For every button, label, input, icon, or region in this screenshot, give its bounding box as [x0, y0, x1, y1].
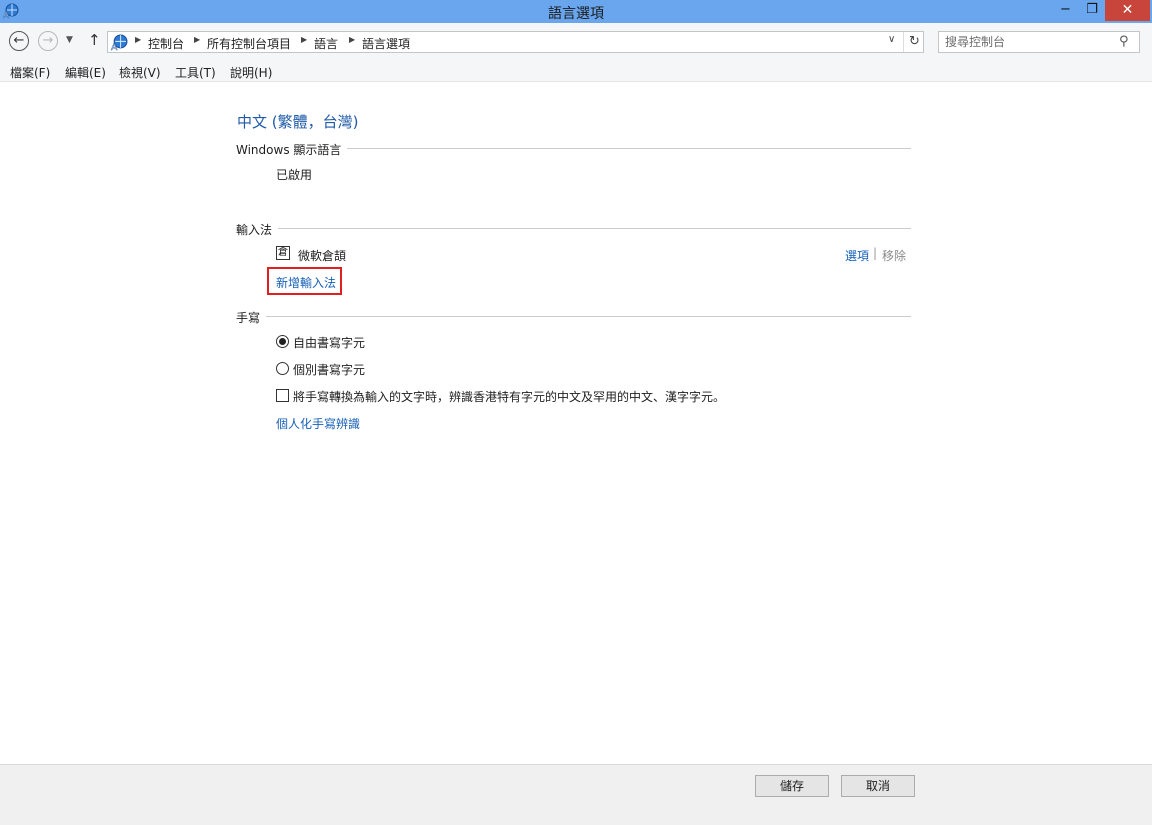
breadcrumb-separator-icon[interactable]: ▶: [349, 35, 355, 44]
breadcrumb-language-options[interactable]: 語言選項: [362, 35, 410, 52]
ime-name: 微軟倉頡: [298, 249, 347, 263]
control-panel-location-icon: A: [111, 34, 128, 51]
section-divider: [236, 228, 911, 229]
section-divider: [236, 316, 911, 317]
freehand-label[interactable]: 自由書寫字元: [293, 334, 365, 351]
handwriting-heading: 手寫: [236, 309, 267, 326]
ime-options-link[interactable]: 選項: [845, 247, 869, 264]
menu-tools[interactable]: 工具(T): [175, 64, 216, 81]
window-title: 語言選項: [548, 6, 604, 22]
title-bar: A 語言選項 − ❐ ✕: [0, 0, 1152, 23]
menu-file[interactable]: 檔案(F): [10, 64, 50, 81]
display-language-status: 已啟用: [276, 168, 313, 182]
breadcrumb-control-panel[interactable]: 控制台: [148, 35, 184, 52]
main-content: 中文 (繁體，台灣) Windows 顯示語言 已啟用 輸入法 倉 微軟倉頡 選…: [0, 82, 1152, 764]
save-button[interactable]: 儲存: [755, 775, 829, 797]
menu-help[interactable]: 說明(H): [230, 64, 272, 81]
search-icon[interactable]: ⚲: [1119, 34, 1129, 49]
personalize-handwriting-link[interactable]: 個人化手寫辨識: [276, 415, 360, 432]
search-input[interactable]: [945, 34, 1115, 50]
svg-text:A: A: [111, 42, 118, 51]
back-button[interactable]: ←: [9, 31, 29, 51]
menu-edit[interactable]: 編輯(E): [65, 64, 106, 81]
menu-bar: 檔案(F) 編輯(E) 檢視(V) 工具(T) 說明(H): [0, 60, 1152, 82]
display-language-heading: Windows 顯示語言: [236, 141, 348, 158]
maximize-button[interactable]: ❐: [1079, 0, 1105, 21]
single-char-label[interactable]: 個別書寫字元: [293, 361, 365, 378]
freehand-radio[interactable]: [276, 335, 289, 348]
recent-locations-chevron-down-icon[interactable]: ▼: [66, 35, 73, 45]
hk-chars-label[interactable]: 將手寫轉換為輸入的文字時，辨識香港特有字元的中文及罕用的中文、漢字字元。: [293, 388, 725, 405]
address-bar[interactable]: A ▶ 控制台 ▶ 所有控制台項目 ▶ 語言 ▶ 語言選項 ∨ ↻: [107, 31, 924, 53]
close-button[interactable]: ✕: [1105, 0, 1150, 21]
ime-remove-link[interactable]: 移除: [882, 247, 906, 264]
forward-button[interactable]: →: [38, 31, 58, 51]
add-input-method-link[interactable]: 新增輸入法: [276, 274, 336, 291]
breadcrumb-language[interactable]: 語言: [314, 35, 338, 52]
hk-chars-checkbox[interactable]: [276, 389, 289, 402]
menu-view[interactable]: 檢視(V): [119, 64, 161, 81]
footer-bar: 儲存 取消: [0, 764, 1152, 825]
language-title: 中文 (繁體，台灣): [237, 113, 359, 131]
breadcrumb-separator-icon[interactable]: ▶: [301, 35, 307, 44]
breadcrumb-separator-icon[interactable]: ▶: [135, 35, 141, 44]
cancel-button[interactable]: 取消: [841, 775, 915, 797]
refresh-icon[interactable]: ↻: [903, 32, 925, 52]
search-box[interactable]: ⚲: [938, 31, 1140, 53]
minimize-button[interactable]: −: [1052, 0, 1079, 21]
breadcrumb-separator-icon[interactable]: ▶: [194, 35, 200, 44]
address-dropdown-chevron-down-icon[interactable]: ∨: [888, 34, 895, 45]
ime-cangjie-icon: 倉: [276, 246, 290, 260]
input-methods-heading: 輸入法: [236, 221, 279, 238]
link-separator: |: [873, 246, 878, 260]
breadcrumb-all-control-panel-items[interactable]: 所有控制台項目: [207, 35, 291, 52]
navigation-bar: ← → ▼ ↑ A ▶ 控制台 ▶ 所有控制台項目 ▶ 語言 ▶ 語言選項 ∨ …: [0, 23, 1152, 60]
up-button[interactable]: ↑: [88, 31, 101, 49]
single-char-radio[interactable]: [276, 362, 289, 375]
